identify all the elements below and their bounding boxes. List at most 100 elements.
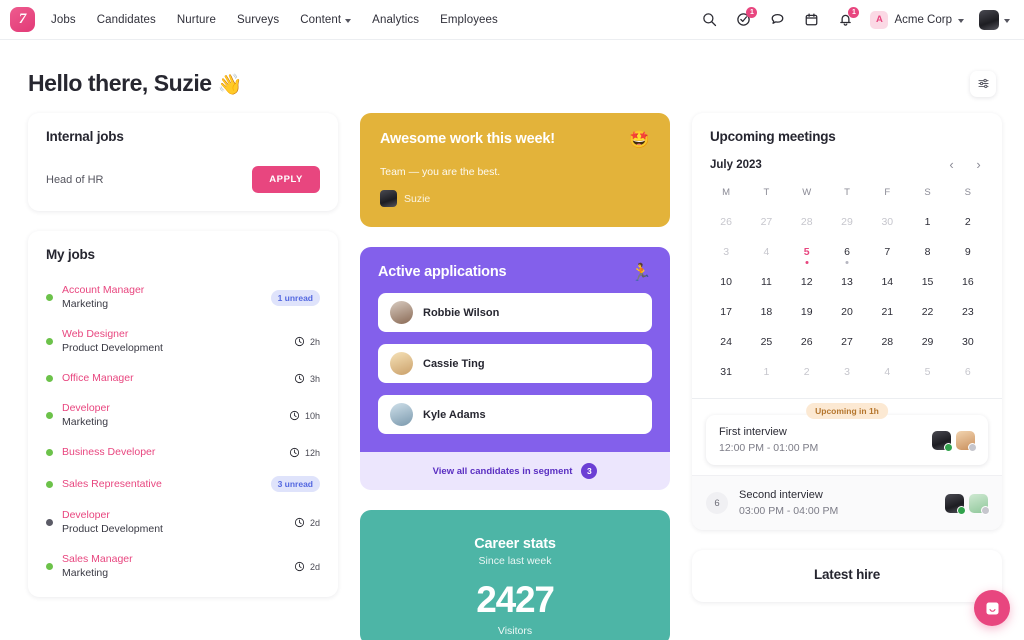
calendar-next-button[interactable]: › — [973, 158, 984, 171]
calendar-day-cell[interactable]: 10 — [706, 268, 746, 296]
nav-link-jobs[interactable]: Jobs — [51, 14, 76, 26]
calendar-day-cell[interactable]: 16 — [948, 268, 988, 296]
app-logo[interactable]: 7 — [10, 7, 35, 32]
calendar-day-cell[interactable]: 29 — [907, 328, 947, 356]
calendar-day-cell[interactable]: 4 — [746, 238, 786, 266]
job-text: Sales Manager Marketing — [62, 553, 133, 580]
meeting-row[interactable]: First interview 12:00 PM - 01:00 PM — [706, 415, 988, 465]
calendar-day-cell[interactable]: 23 — [948, 298, 988, 326]
calendar-day-number: 9 — [964, 246, 971, 258]
calendar-day-cell[interactable]: 24 — [706, 328, 746, 356]
latest-hire-title: Latest hire — [813, 567, 881, 582]
calendar-day-cell[interactable]: 26 — [706, 208, 746, 236]
search-icon[interactable] — [700, 10, 719, 29]
job-list-item[interactable]: Sales Manager Marketing 2d — [46, 545, 320, 589]
calendar-day-cell[interactable]: 4 — [867, 358, 907, 386]
calendar-day-cell[interactable]: 27 — [827, 328, 867, 356]
job-name[interactable]: Web Designer — [62, 328, 163, 341]
calendar-day-cell[interactable]: 8 — [907, 238, 947, 266]
calendar-day-cell[interactable]: 17 — [706, 298, 746, 326]
job-list-item[interactable]: Office Manager 3h — [46, 364, 320, 394]
job-list-item[interactable]: Developer Product Development 2d — [46, 501, 320, 545]
candidate-list-item[interactable]: Robbie Wilson — [378, 293, 652, 332]
calendar-day-cell[interactable]: 26 — [787, 328, 827, 356]
calendar-day-number: 7 — [884, 246, 891, 258]
apply-button[interactable]: APPLY — [252, 166, 320, 193]
calendar-day-cell[interactable]: 6 — [948, 358, 988, 386]
calendar-day-cell[interactable]: 11 — [746, 268, 786, 296]
candidate-list-item[interactable]: Kyle Adams — [378, 395, 652, 434]
job-name[interactable]: Developer — [62, 402, 110, 415]
calendar-day-cell[interactable]: 5 — [907, 358, 947, 386]
chat-launcher-button[interactable] — [974, 590, 1010, 626]
calendar-day-cell[interactable]: 30 — [948, 328, 988, 356]
greeting-text: Hello there, Suzie — [28, 70, 212, 96]
clock-icon — [289, 410, 300, 421]
job-text: Office Manager — [62, 372, 134, 385]
calendar-day-cell[interactable]: 25 — [746, 328, 786, 356]
calendar-day-cell[interactable]: 29 — [827, 208, 867, 236]
my-jobs-title: My jobs — [46, 247, 95, 262]
calendar-day-cell[interactable]: 14 — [867, 268, 907, 296]
notifications-bell-icon[interactable]: 1 — [836, 7, 860, 29]
calendar-day-cell[interactable]: 19 — [787, 298, 827, 326]
user-menu[interactable] — [979, 9, 1010, 30]
nav-link-employees[interactable]: Employees — [440, 14, 498, 26]
job-list-item[interactable]: Developer Marketing 10h — [46, 394, 320, 438]
calendar-day-cell[interactable]: 31 — [706, 358, 746, 386]
calendar-day-cell[interactable]: 22 — [907, 298, 947, 326]
calendar-day-cell[interactable]: 2 — [948, 208, 988, 236]
calendar-day-cell[interactable]: 3 — [706, 238, 746, 266]
org-switcher[interactable]: A Acme Corp — [870, 10, 964, 29]
calendar-icon[interactable] — [802, 10, 821, 29]
calendar-day-cell[interactable]: 3 — [827, 358, 867, 386]
clock-icon — [294, 336, 305, 347]
calendar-day-cell[interactable]: 15 — [907, 268, 947, 296]
calendar-day-cell[interactable]: 28 — [787, 208, 827, 236]
nav-link-surveys[interactable]: Surveys — [237, 14, 279, 26]
calendar-day-number: 13 — [841, 276, 853, 288]
nav-link-candidates[interactable]: Candidates — [97, 14, 156, 26]
calendar-day-cell[interactable]: 6 — [827, 238, 867, 266]
career-stats-label: Visitors — [497, 625, 533, 637]
calendar-day-cell[interactable]: 21 — [867, 298, 907, 326]
job-name[interactable]: Sales Manager — [62, 553, 133, 566]
calendar-day-cell[interactable]: 1 — [746, 358, 786, 386]
calendar-prev-button[interactable]: ‹ — [946, 158, 957, 171]
calendar-day-cell[interactable]: 5 — [787, 238, 827, 266]
candidate-list-item[interactable]: Cassie Ting — [378, 344, 652, 383]
calendar-day-cell[interactable]: 20 — [827, 298, 867, 326]
calendar-day-cell[interactable]: 12 — [787, 268, 827, 296]
job-name[interactable]: Account Manager — [62, 284, 144, 297]
nav-link-analytics[interactable]: Analytics — [372, 14, 419, 26]
nav-link-nurture[interactable]: Nurture — [177, 14, 216, 26]
calendar-day-cell[interactable]: 2 — [787, 358, 827, 386]
calendar-day-header: M — [722, 187, 731, 198]
calendar-day-cell[interactable]: 27 — [746, 208, 786, 236]
job-name[interactable]: Sales Representative — [62, 478, 162, 491]
job-list-item[interactable]: Business Developer 12h — [46, 438, 320, 468]
job-list-item[interactable]: Sales Representative 3 unread — [46, 468, 320, 501]
view-all-candidates-link[interactable]: View all candidates in segment 3 — [360, 452, 670, 490]
calendar-day-number: 8 — [924, 246, 931, 258]
calendar-day-cell[interactable]: 28 — [867, 328, 907, 356]
job-list-item[interactable]: Web Designer Product Development 2h — [46, 320, 320, 364]
meeting-row[interactable]: 6 Second interview 03:00 PM - 04:00 PM — [692, 475, 1002, 530]
calendar-day-cell[interactable]: 9 — [948, 238, 988, 266]
calendar-day-cell[interactable]: 30 — [867, 208, 907, 236]
nav-link-content[interactable]: Content — [300, 14, 352, 26]
job-list-item[interactable]: Account Manager Marketing 1 unread — [46, 276, 320, 320]
job-name[interactable]: Office Manager — [62, 372, 134, 385]
tasks-check-icon[interactable]: 1 — [734, 7, 758, 29]
dashboard-settings-button[interactable] — [970, 70, 996, 97]
job-name[interactable]: Developer — [62, 509, 163, 522]
job-name[interactable]: Business Developer — [62, 446, 155, 459]
meeting-day-badge: 6 — [706, 492, 728, 514]
calendar-day-cell[interactable]: 13 — [827, 268, 867, 296]
calendar-day-cell[interactable]: 18 — [746, 298, 786, 326]
messages-icon[interactable] — [768, 10, 787, 29]
calendar-day-number: 5 — [803, 246, 810, 258]
calendar-day-cell[interactable]: 1 — [907, 208, 947, 236]
calendar-day-cell[interactable]: 7 — [867, 238, 907, 266]
my-jobs-card: My jobs Account Manager Marketing 1 unread… — [28, 231, 338, 597]
